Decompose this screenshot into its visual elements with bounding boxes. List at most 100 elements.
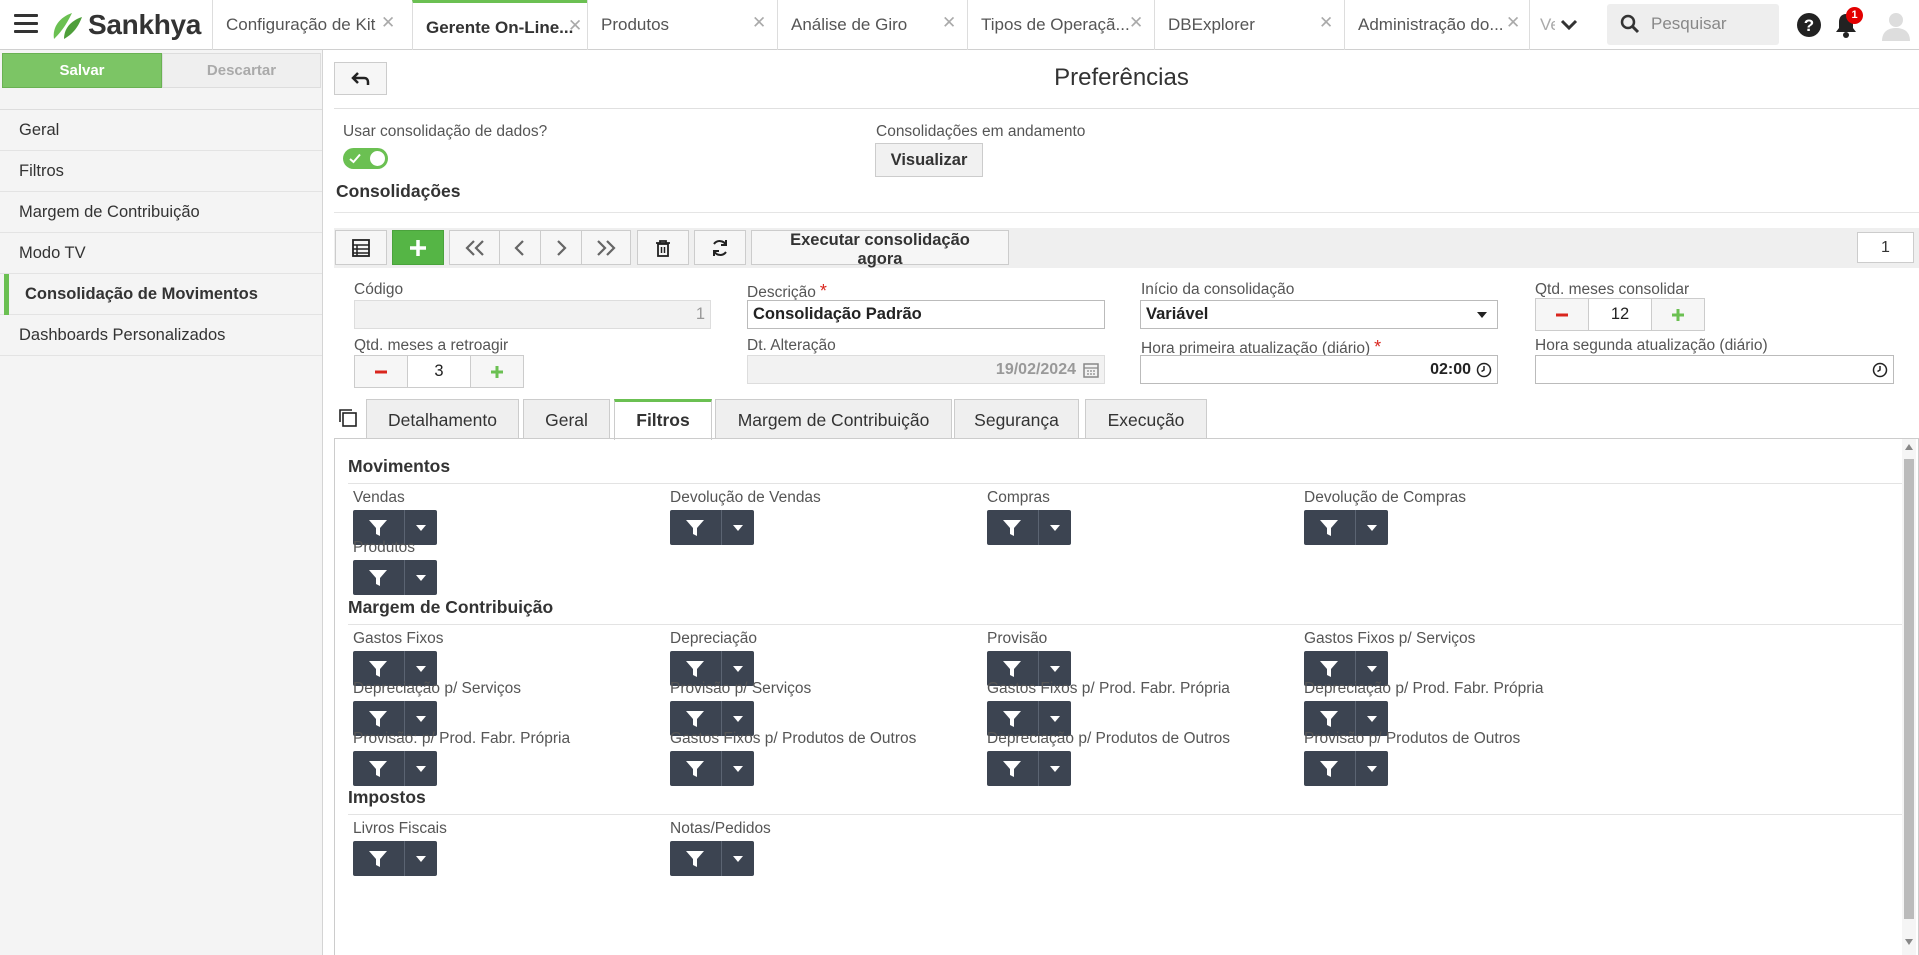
funnel-icon	[1320, 761, 1338, 777]
search-input[interactable]	[1651, 10, 1771, 38]
chevron-down-icon[interactable]	[416, 525, 426, 531]
previous-record-button[interactable]	[499, 230, 541, 265]
tab-produtos[interactable]: Produtos ✕	[587, 0, 777, 50]
filter-button[interactable]	[353, 751, 437, 786]
last-record-button[interactable]	[581, 230, 631, 265]
filter-button[interactable]	[670, 841, 754, 876]
scroll-down-arrow-icon[interactable]	[1905, 939, 1913, 945]
sidebar-item-consolidacao-movimentos[interactable]: Consolidação de Movimentos	[0, 274, 322, 315]
close-icon[interactable]: ✕	[568, 16, 582, 36]
filter-button[interactable]	[987, 751, 1071, 786]
sidebar-item-modo-tv[interactable]: Modo TV	[0, 233, 322, 274]
clock-icon	[1476, 362, 1492, 378]
view-button[interactable]: Visualizar	[875, 143, 983, 177]
close-icon[interactable]: ✕	[381, 13, 395, 33]
refresh-button[interactable]	[694, 230, 746, 265]
retroagir-input[interactable]	[407, 355, 471, 388]
filter-button[interactable]	[1304, 510, 1388, 545]
chevron-down-icon[interactable]	[1367, 766, 1377, 772]
add-record-button[interactable]	[392, 230, 444, 265]
chevron-down-icon[interactable]	[1558, 14, 1580, 36]
chevron-down-icon[interactable]	[416, 666, 426, 672]
filter-button[interactable]	[1304, 751, 1388, 786]
tab-label: DBExplorer	[1168, 15, 1255, 34]
search-box[interactable]	[1607, 4, 1779, 45]
descricao-field[interactable]	[747, 300, 1105, 329]
chevron-down-icon[interactable]	[733, 766, 743, 772]
chevron-down-icon[interactable]	[733, 716, 743, 722]
chevron-down-icon[interactable]	[416, 716, 426, 722]
close-icon[interactable]: ✕	[752, 13, 766, 33]
codigo-field[interactable]	[354, 300, 711, 329]
hamburger-icon[interactable]	[14, 14, 38, 34]
hora1-field[interactable]: 02:00	[1140, 355, 1498, 384]
chevron-down-icon[interactable]	[1050, 716, 1060, 722]
chevron-down-icon[interactable]	[733, 856, 743, 862]
tab-analise-giro[interactable]: Análise de Giro ✕	[777, 0, 967, 50]
search-icon	[1620, 14, 1640, 34]
tab-execucao[interactable]: Execução	[1085, 399, 1207, 439]
copy-icon[interactable]	[338, 408, 358, 428]
delete-record-button[interactable]	[637, 230, 689, 265]
tab-configuracao-kit[interactable]: Configuração de Kit ✕	[212, 0, 395, 50]
close-icon[interactable]: ✕	[942, 13, 956, 33]
funnel-icon	[686, 661, 704, 677]
tab-tipos-operacao[interactable]: Tipos de Operaçã... ✕	[967, 0, 1154, 50]
chevron-down-icon[interactable]	[416, 766, 426, 772]
chevron-down-icon[interactable]	[1050, 666, 1060, 672]
scroll-up-arrow-icon[interactable]	[1905, 444, 1913, 450]
first-record-button[interactable]	[449, 230, 500, 265]
chevron-down-icon[interactable]	[1367, 716, 1377, 722]
chevron-down-icon[interactable]	[733, 666, 743, 672]
tab-geral[interactable]: Geral	[523, 399, 610, 439]
close-icon[interactable]: ✕	[1319, 13, 1333, 33]
discard-button[interactable]: Descartar	[162, 53, 321, 88]
chevron-down-icon[interactable]	[416, 856, 426, 862]
sidebar-item-filtros[interactable]: Filtros	[0, 151, 322, 192]
filter-item: Provisão p/ Produtos de Outros	[1304, 730, 1684, 788]
grid-view-button[interactable]	[335, 230, 387, 265]
decrement-button[interactable]	[1535, 298, 1589, 331]
tab-gerente-online[interactable]: Gerente On-Line... ✕	[412, 0, 587, 50]
chevron-down-icon[interactable]	[416, 575, 426, 581]
hora2-field[interactable]	[1535, 355, 1894, 384]
divider	[334, 108, 1919, 109]
page-number[interactable]: 1	[1857, 232, 1914, 263]
tab-administracao[interactable]: Administração do... ✕	[1344, 0, 1529, 50]
tab-seguranca[interactable]: Segurança	[954, 399, 1079, 439]
chevron-down-icon[interactable]	[1050, 766, 1060, 772]
scrollbar[interactable]	[1902, 439, 1916, 955]
chevron-down-icon[interactable]	[733, 525, 743, 531]
inicio-select[interactable]: Variável	[1140, 300, 1498, 329]
sidebar-item-geral[interactable]: Geral	[0, 110, 322, 151]
save-button[interactable]: Salvar	[2, 53, 162, 88]
close-icon[interactable]: ✕	[1129, 13, 1143, 33]
tab-filtros[interactable]: Filtros	[614, 399, 712, 440]
divider	[404, 560, 405, 595]
decrement-button[interactable]	[354, 355, 408, 388]
help-icon[interactable]: ?	[1796, 12, 1822, 38]
tab-overflow[interactable]: Ve	[1529, 0, 1555, 50]
chevron-down-icon[interactable]	[1050, 525, 1060, 531]
scrollbar-thumb[interactable]	[1904, 459, 1914, 919]
tab-detalhamento[interactable]: Detalhamento	[366, 399, 519, 439]
use-consolidation-toggle[interactable]	[343, 148, 388, 169]
user-avatar-icon[interactable]	[1880, 9, 1912, 41]
tab-margem-contribuicao[interactable]: Margem de Contribuição	[715, 399, 952, 439]
chevron-down-icon[interactable]	[1367, 525, 1377, 531]
qtd-meses-input[interactable]	[1588, 298, 1652, 331]
sankhya-logo[interactable]: Sankhya	[50, 8, 201, 42]
increment-button[interactable]	[470, 355, 524, 388]
next-record-button[interactable]	[540, 230, 582, 265]
sidebar-item-dashboards-personalizados[interactable]: Dashboards Personalizados	[0, 315, 322, 356]
sidebar-item-margem-contribuicao[interactable]: Margem de Contribuição	[0, 192, 322, 233]
tab-dbexplorer[interactable]: DBExplorer ✕	[1154, 0, 1344, 50]
filter-button[interactable]	[670, 751, 754, 786]
execute-consolidation-button[interactable]: Executar consolidação agora	[751, 230, 1009, 268]
increment-button[interactable]	[1651, 298, 1705, 331]
close-icon[interactable]: ✕	[1506, 13, 1520, 33]
filter-button[interactable]	[987, 510, 1071, 545]
chevron-down-icon[interactable]	[1367, 666, 1377, 672]
filter-button[interactable]	[353, 560, 437, 595]
filter-button[interactable]	[353, 841, 437, 876]
